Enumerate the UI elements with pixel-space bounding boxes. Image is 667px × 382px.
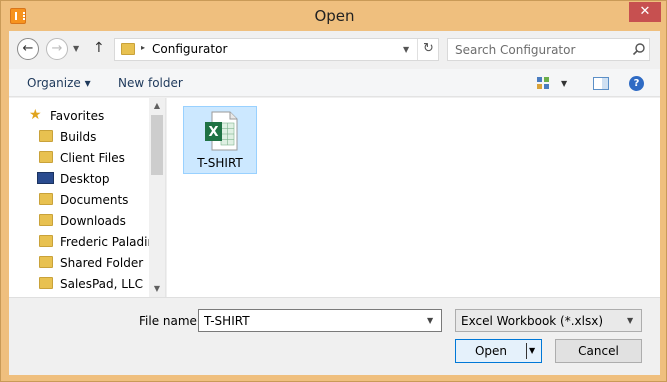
nav-item-client-files[interactable]: Client Files [9,148,149,169]
nav-item-shared-folder[interactable]: Shared Folder [9,253,149,274]
file-name-input[interactable] [199,310,419,331]
file-name-combobox[interactable]: ▼ [198,309,442,332]
folder-icon [39,256,53,268]
recent-locations-dropdown-icon[interactable]: ▼ [73,44,79,53]
open-button[interactable]: Open ▼ [455,339,542,363]
refresh-icon[interactable]: ↻ [417,39,439,60]
organize-menu-button[interactable]: Organize ▾ [27,76,91,90]
nav-item-label: Client Files [60,151,125,165]
nav-item-label: Desktop [60,172,110,186]
nav-item-label: Downloads [60,214,126,228]
nav-scrollbar[interactable]: ▲ ▼ [149,98,165,297]
folder-icon [39,151,53,163]
nav-item-documents[interactable]: Documents [9,190,149,211]
excel-file-icon: X [205,111,238,151]
svg-text:X: X [208,125,218,140]
user-folder-icon [39,235,53,247]
folder-icon [121,43,135,55]
new-folder-button[interactable]: New folder [118,76,183,90]
documents-icon [39,193,53,205]
dialog-footer: File name: ▼ Excel Workbook (*.xlsx) ▼ O… [9,297,660,375]
file-type-select[interactable]: Excel Workbook (*.xlsx) ▼ [455,309,642,332]
dialog-client-area: ← → ▼ ↑ ▸ Configurator ▼ ↻ Organize ▾ Ne… [9,31,660,375]
breadcrumb-separator-icon[interactable]: ▸ [141,43,145,52]
address-dropdown-icon[interactable]: ▼ [403,45,409,54]
nav-item-desktop[interactable]: Desktop [9,169,149,190]
folder-icon [39,130,53,142]
close-button[interactable]: ✕ [629,2,661,22]
open-button-label: Open [474,344,508,358]
preview-pane-icon[interactable] [593,77,609,90]
file-list-pane: X T-SHIRT [167,98,660,297]
back-button[interactable]: ← [17,38,39,60]
search-input[interactable] [448,39,628,60]
search-icon[interactable] [632,42,646,56]
open-dialog-window: Open ✕ ← → ▼ ↑ ▸ Configurator ▼ ↻ Organi… [0,0,667,382]
file-name-dropdown-icon[interactable]: ▼ [427,316,433,325]
star-icon: ★ [29,107,42,123]
file-name-label: File name: [139,314,201,328]
nav-item-builds[interactable]: Builds [9,127,149,148]
scroll-up-icon[interactable]: ▲ [149,98,165,114]
scrollbar-thumb[interactable] [151,115,163,175]
folder-icon [39,277,53,289]
navigation-pane: ★ Favorites Builds Client Files Desktop [9,98,166,297]
command-toolbar: Organize ▾ New folder ▼ ? [9,69,660,97]
search-box[interactable] [447,38,650,61]
view-options-dropdown-icon[interactable]: ▼ [561,79,567,88]
file-name-label: T-SHIRT [197,156,243,170]
cancel-button[interactable]: Cancel [555,339,642,363]
nav-item-label: Shared Folder [60,256,144,270]
forward-button[interactable]: → [46,38,68,60]
nav-item-label: Documents [60,193,129,207]
nav-item-salespad[interactable]: SalesPad, LLC [9,274,149,295]
nav-item-downloads[interactable]: Downloads [9,211,149,232]
nav-item-label: Frederic Paladin [60,235,156,249]
chevron-down-icon: ▼ [627,316,634,325]
nav-item-frederic-paladin[interactable]: Frederic Paladin [9,232,155,253]
scroll-down-icon[interactable]: ▼ [149,281,165,297]
breadcrumb-configurator[interactable]: Configurator [152,42,227,56]
address-bar[interactable]: ▸ Configurator ▼ ↻ [114,38,439,61]
nav-item-favorites[interactable]: ★ Favorites [9,106,149,127]
nav-item-label: SalesPad, LLC [60,277,143,291]
file-item-t-shirt[interactable]: X T-SHIRT [183,106,257,174]
file-type-value: Excel Workbook (*.xlsx) [461,314,604,328]
up-arrow-icon[interactable]: ↑ [93,40,105,56]
desktop-icon [37,172,54,184]
downloads-icon [39,214,53,226]
nav-item-label: Favorites [50,109,105,123]
nav-item-label: Builds [60,130,97,144]
title-bar[interactable]: Open ✕ [1,1,667,31]
help-icon[interactable]: ? [629,76,644,91]
split-divider [526,343,527,359]
change-view-icon[interactable] [537,77,551,90]
window-title: Open [314,7,355,25]
open-options-dropdown-icon[interactable]: ▼ [529,346,535,355]
